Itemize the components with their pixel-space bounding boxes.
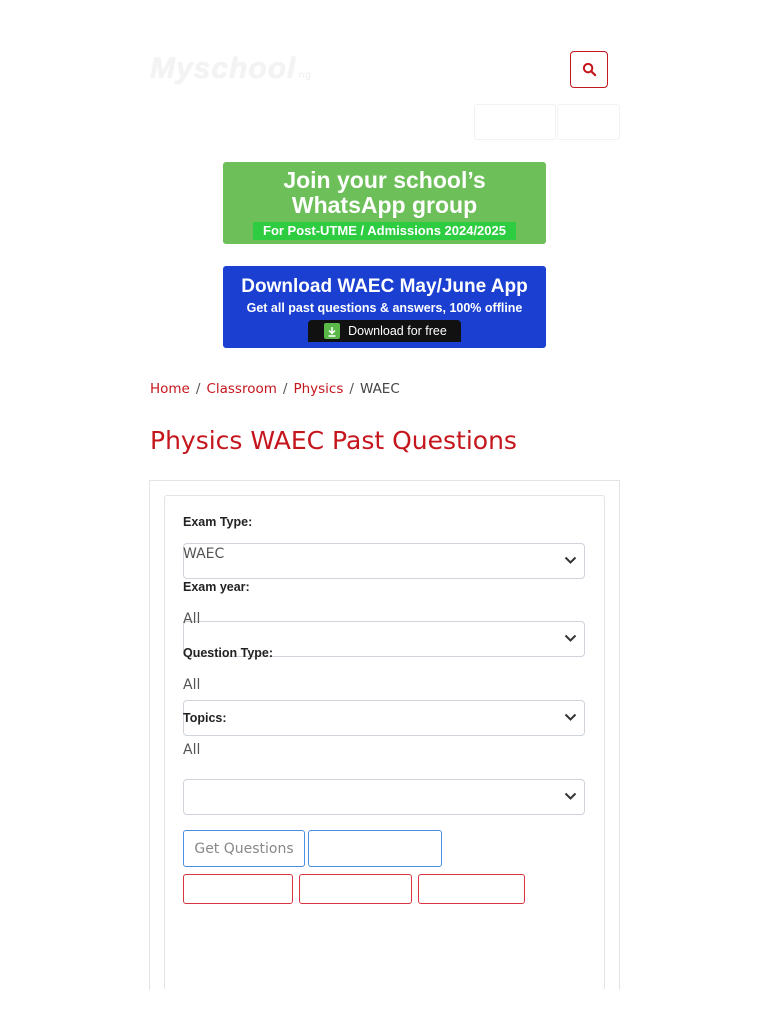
breadcrumb-separator: /	[282, 381, 288, 397]
breadcrumb-separator: /	[349, 381, 354, 397]
download-button[interactable]: Download for free	[308, 320, 461, 342]
search-button[interactable]	[570, 51, 608, 88]
chevron-down-icon	[564, 556, 577, 564]
chevron-down-icon	[564, 792, 577, 800]
app-banner-subtitle: Get all past questions & answers, 100% o…	[246, 301, 523, 315]
search-icon	[582, 62, 596, 77]
question-type-select[interactable]	[183, 700, 585, 736]
chevron-down-icon	[564, 634, 577, 642]
whatsapp-group-banner[interactable]: Join your school’s WhatsApp group For Po…	[223, 162, 546, 244]
logo-suffix: ng	[298, 70, 312, 81]
breadcrumb-physics[interactable]: Physics	[293, 381, 343, 397]
topics-value: All	[183, 742, 201, 758]
breadcrumb-separator: /	[195, 381, 201, 397]
app-banner-title: Download WAEC May/June App	[241, 276, 528, 297]
breadcrumb-classroom[interactable]: Classroom	[206, 381, 276, 397]
get-questions-button[interactable]: Get Questions	[183, 830, 305, 867]
question-type-label: Question Type:	[183, 646, 274, 660]
site-logo[interactable]: Myschool ng	[150, 52, 320, 92]
breadcrumb-home[interactable]: Home	[150, 381, 190, 397]
red-outline-button[interactable]	[299, 874, 412, 904]
logo-text: Myschool	[150, 52, 297, 85]
breadcrumb-current: WAEC	[359, 381, 400, 397]
exam-type-label: Exam Type:	[183, 515, 253, 529]
secondary-blue-button[interactable]	[308, 830, 442, 867]
topics-label: Topics:	[183, 711, 227, 725]
chevron-down-icon	[564, 713, 577, 721]
exam-year-value: All	[183, 611, 201, 627]
download-button-label: Download for free	[348, 324, 447, 338]
breadcrumb: Home / Classroom / Physics / WAEC	[150, 381, 400, 397]
red-outline-button[interactable]	[418, 874, 525, 904]
page-title: Physics WAEC Past Questions	[150, 426, 517, 455]
whatsapp-banner-line2: WhatsApp group	[291, 192, 478, 218]
topics-select[interactable]	[183, 779, 585, 815]
nav-item-ghost[interactable]	[474, 104, 556, 140]
waec-app-banner[interactable]: Download WAEC May/June App Get all past …	[223, 266, 546, 348]
exam-type-value: WAEC	[183, 546, 225, 562]
whatsapp-banner-line3: For Post-UTME / Admissions 2024/2025	[253, 222, 516, 240]
download-icon	[324, 323, 341, 339]
whatsapp-banner-line1: Join your school’s	[283, 167, 486, 193]
red-outline-button[interactable]	[183, 874, 293, 904]
exam-type-select[interactable]	[183, 543, 585, 579]
nav-item-ghost[interactable]	[557, 104, 620, 140]
exam-year-label: Exam year:	[183, 580, 250, 594]
question-type-value: All	[183, 677, 201, 693]
